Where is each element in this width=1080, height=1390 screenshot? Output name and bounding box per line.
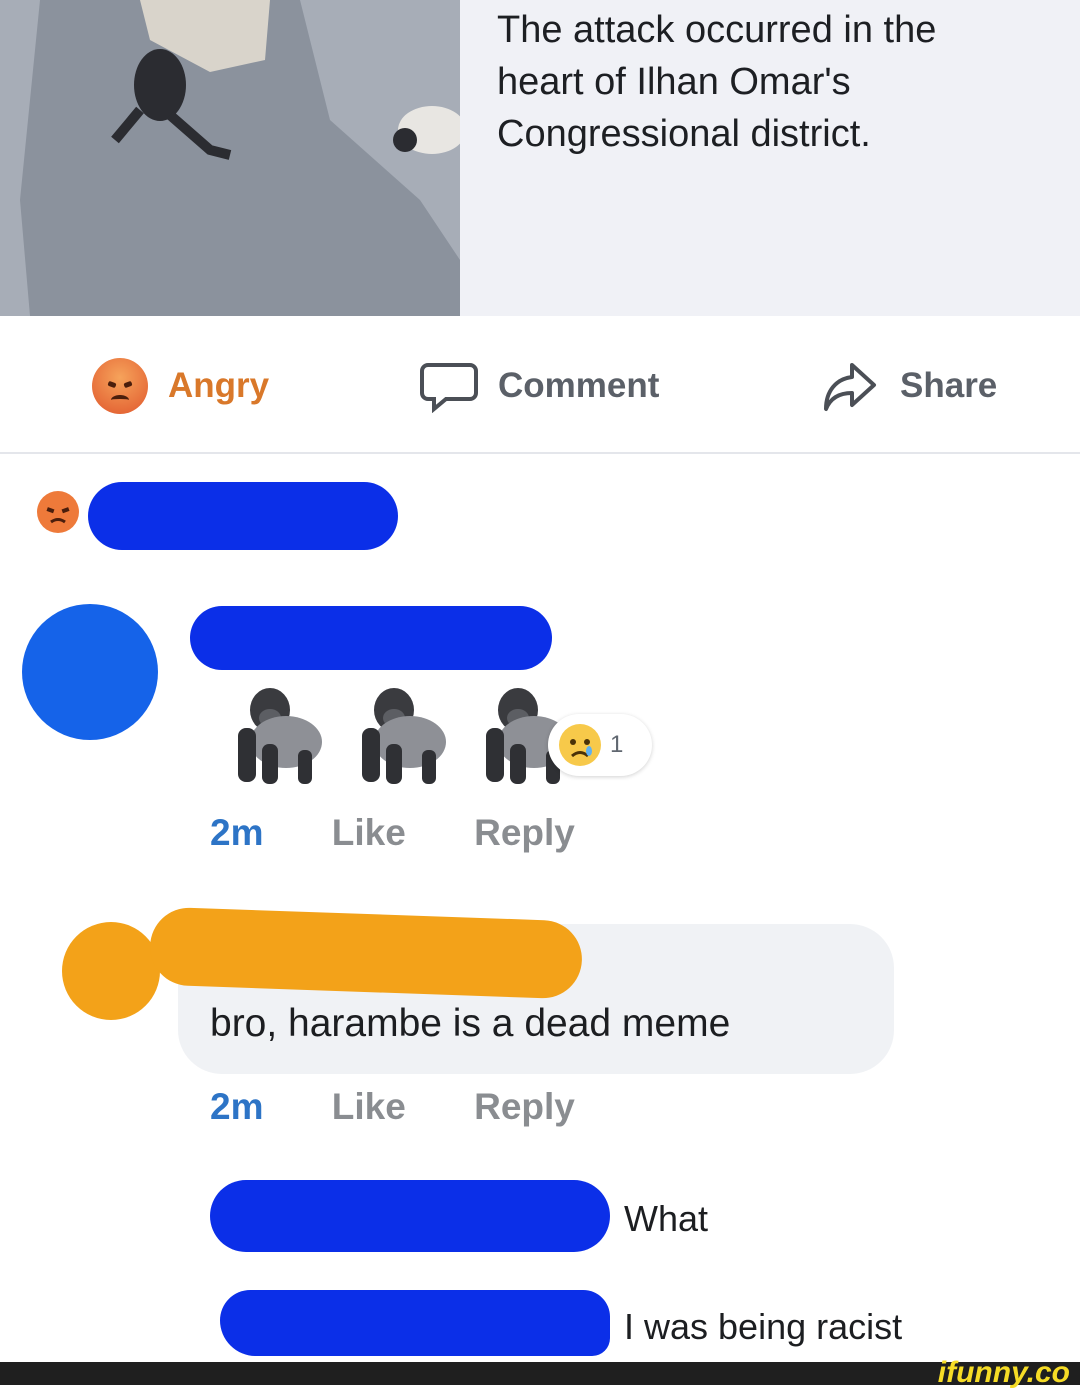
comment-meta: 2m Like Reply bbox=[210, 812, 575, 854]
comment-reaction-badge[interactable]: 1 bbox=[548, 714, 652, 776]
reaction-label: Angry bbox=[168, 366, 270, 405]
sad-emoji-icon bbox=[559, 724, 601, 766]
redacted-name-scribble bbox=[88, 482, 398, 550]
preview-headline[interactable]: The attack occurred in the heart of Ilha… bbox=[497, 4, 1057, 160]
comment-time[interactable]: 2m bbox=[210, 1086, 263, 1127]
post-action-bar: Angry Comment Share bbox=[0, 318, 1080, 454]
redacted-name-scribble bbox=[210, 1180, 610, 1252]
reaction-button[interactable]: Angry bbox=[92, 358, 270, 414]
gorilla-emoji-icon bbox=[362, 688, 446, 784]
comment-text: bro, harambe is a dead meme bbox=[210, 1002, 731, 1045]
watermark-bar bbox=[0, 1362, 1080, 1385]
gorilla-emoji-icon bbox=[238, 688, 322, 784]
headline-line: heart of Ilhan Omar's bbox=[497, 61, 851, 103]
redacted-name-scribble bbox=[220, 1290, 610, 1356]
link-preview-card[interactable]: The attack occurred in the heart of Ilha… bbox=[0, 0, 1080, 316]
comment-button[interactable]: Comment bbox=[420, 362, 660, 413]
comment-meta: 2m Like Reply bbox=[210, 1086, 575, 1128]
reply-link[interactable]: Reply bbox=[474, 812, 575, 853]
redacted-name-scribble bbox=[148, 906, 584, 1000]
reaction-count: 1 bbox=[610, 731, 624, 758]
preview-photo bbox=[0, 0, 460, 316]
like-link[interactable]: Like bbox=[332, 1086, 406, 1127]
comment-time[interactable]: 2m bbox=[210, 812, 263, 853]
avatar[interactable] bbox=[62, 922, 160, 1020]
preview-image[interactable] bbox=[0, 0, 460, 316]
reply-text: I was being racist bbox=[624, 1306, 903, 1347]
angry-emoji-icon bbox=[92, 358, 148, 414]
share-label: Share bbox=[900, 366, 998, 405]
reply-text: What bbox=[624, 1198, 709, 1239]
headline-line: The attack occurred in the bbox=[497, 9, 937, 51]
headline-line: Congressional district. bbox=[497, 113, 871, 155]
like-link[interactable]: Like bbox=[332, 812, 406, 853]
reply-link[interactable]: Reply bbox=[474, 1086, 575, 1127]
avatar[interactable] bbox=[22, 604, 158, 740]
share-button[interactable]: Share bbox=[822, 362, 998, 411]
redacted-name-scribble bbox=[190, 606, 552, 670]
comment-bubble-icon bbox=[420, 363, 478, 413]
angry-emoji-icon bbox=[37, 491, 79, 533]
comment-label: Comment bbox=[498, 366, 660, 405]
share-arrow-icon bbox=[824, 363, 876, 411]
